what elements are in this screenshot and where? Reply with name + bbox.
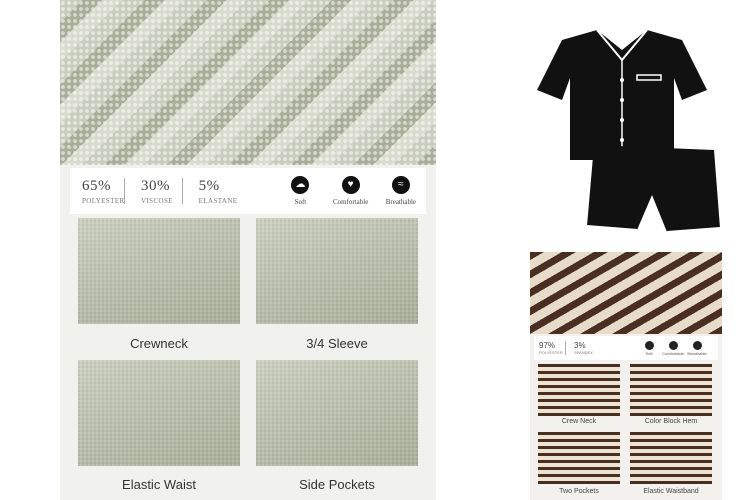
feature-comfortable: ♥ Comfortable bbox=[326, 176, 376, 206]
detail-photo-two-pockets bbox=[538, 432, 620, 484]
feature-label: Breathable bbox=[385, 198, 417, 206]
detail-caption: Crew Neck bbox=[561, 418, 597, 425]
composition-material: POLYESTER bbox=[539, 350, 563, 355]
composition-percent: 3% bbox=[574, 341, 586, 350]
pajama-illustration bbox=[537, 29, 721, 233]
button bbox=[620, 118, 624, 122]
button bbox=[620, 78, 624, 82]
detail-photo-crewneck bbox=[78, 218, 240, 324]
breathable-icon: ≈ bbox=[391, 176, 410, 194]
feature-label: Comfortable bbox=[332, 198, 369, 206]
composition-item: 3% SPANDEX bbox=[569, 341, 597, 355]
composition-percent: 30% bbox=[140, 177, 170, 194]
feature-breathable: ≈ Breathable bbox=[376, 176, 426, 206]
product-photo-black-pajama bbox=[502, 0, 750, 246]
composition-percent: 5% bbox=[198, 177, 220, 194]
composition-material: VISCOSE bbox=[140, 196, 173, 205]
detail-caption: Elastic Waist bbox=[122, 477, 196, 492]
feature-comfortable: Comfortable bbox=[661, 340, 685, 356]
detail-photo-side-pockets bbox=[256, 360, 418, 466]
composition-item: 65% POLYESTER bbox=[70, 177, 125, 205]
detail-photo-sleeve bbox=[256, 218, 418, 324]
divider bbox=[124, 178, 125, 204]
detail-caption: 3/4 Sleeve bbox=[306, 336, 368, 351]
detail-caption: Two Pockets bbox=[559, 488, 599, 495]
fabric-detail-panel-sage: 65% POLYESTER 30% VISCOSE 5% ELASTANE ☁ … bbox=[60, 0, 436, 500]
composition-item: 97% POLYESTER bbox=[534, 341, 563, 355]
composition-item: 30% VISCOSE bbox=[129, 178, 178, 205]
fabric-detail-panel-striped: 97% POLYESTER 3% SPANDEX Soft Comfortabl… bbox=[530, 252, 722, 500]
breathable-icon bbox=[692, 340, 702, 350]
striped-fabric-closeup bbox=[530, 252, 722, 334]
comfortable-icon: ♥ bbox=[341, 176, 360, 194]
divider bbox=[565, 341, 566, 355]
comfortable-icon bbox=[668, 340, 678, 350]
material-composition-bar: 65% POLYESTER 30% VISCOSE 5% ELASTANE ☁ … bbox=[70, 168, 426, 214]
composition-item: 5% ELASTANE bbox=[187, 178, 237, 205]
button bbox=[620, 138, 624, 142]
feature-label: Soft bbox=[294, 198, 307, 206]
composition-percent: 65% bbox=[82, 177, 111, 194]
detail-caption: Crewneck bbox=[130, 336, 188, 351]
button bbox=[620, 98, 624, 102]
feature-label: Soft bbox=[645, 350, 653, 356]
feature-label: Comfortable bbox=[662, 350, 684, 356]
feature-breathable: Breathable bbox=[685, 340, 709, 356]
composition-material: POLYESTER bbox=[82, 196, 125, 205]
feature-soft: Soft bbox=[637, 340, 661, 356]
composition-percent: 97% bbox=[539, 341, 556, 350]
detail-photo-elastic-waistband bbox=[630, 432, 712, 484]
shorts-shape bbox=[587, 145, 720, 232]
divider bbox=[181, 178, 183, 204]
detail-photo-elastic-waist bbox=[78, 360, 240, 466]
feature-soft: ☁ Soft bbox=[275, 176, 325, 206]
soft-icon bbox=[644, 340, 654, 350]
soft-icon: ☁ bbox=[291, 176, 310, 194]
detail-photo-crew-neck bbox=[538, 364, 620, 416]
detail-photo-color-block-hem bbox=[630, 364, 712, 416]
material-composition-bar: 97% POLYESTER 3% SPANDEX Soft Comfortabl… bbox=[534, 336, 718, 360]
detail-caption: Elastic Waistband bbox=[643, 488, 699, 495]
feature-label: Breathable bbox=[687, 350, 707, 356]
detail-caption: Side Pockets bbox=[299, 477, 375, 492]
composition-material: SPANDEX bbox=[574, 350, 593, 355]
detail-caption: Color Block Hem bbox=[644, 418, 698, 425]
composition-material: ELASTANE bbox=[198, 196, 238, 205]
